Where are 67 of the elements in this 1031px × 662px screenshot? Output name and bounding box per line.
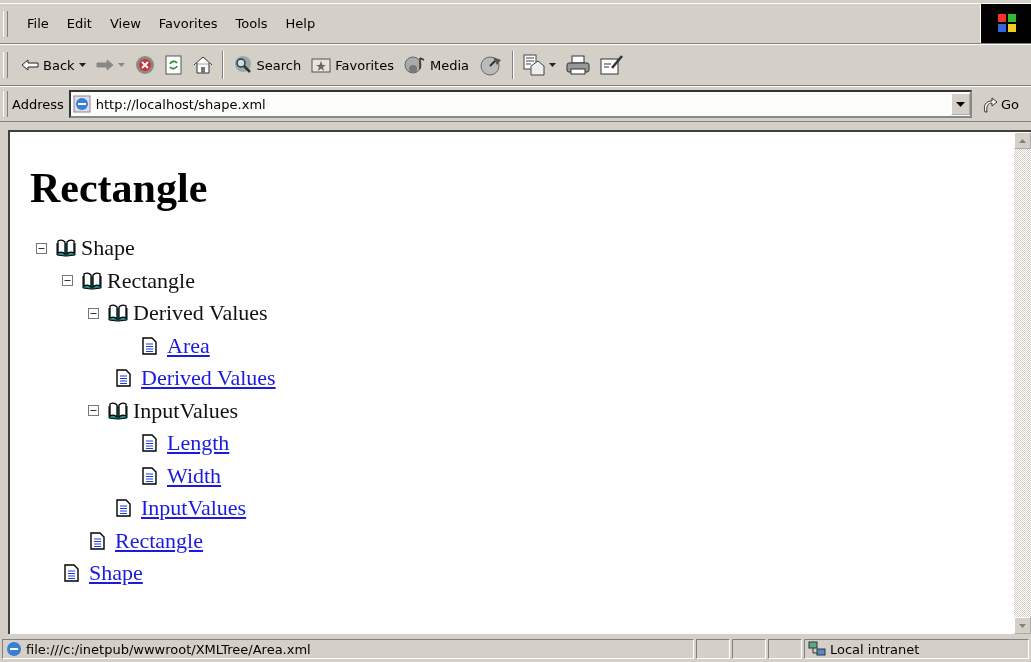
tree-label[interactable]: InputValues <box>133 397 239 424</box>
open-book-icon <box>55 238 77 259</box>
menu-item[interactable]: Edit <box>57 16 101 31</box>
edit-page-icon <box>600 54 624 76</box>
refresh-icon <box>164 55 183 75</box>
clock-icon <box>479 54 503 76</box>
go-button[interactable]: Go <box>971 95 1031 113</box>
search-icon <box>232 55 253 75</box>
collapse-toggle-icon[interactable] <box>62 275 73 287</box>
document-icon <box>64 564 79 583</box>
mail-icon <box>523 54 545 76</box>
tree-link[interactable]: Derived Values <box>141 365 276 392</box>
tree-link[interactable]: Rectangle <box>115 527 203 554</box>
dropdown-button[interactable] <box>950 93 970 115</box>
page-heading: Rectangle <box>30 164 209 212</box>
menu-item[interactable]: Favorites <box>149 16 227 31</box>
zone-indicator: Local intranet <box>804 639 1029 659</box>
dropdown-caret-icon <box>955 101 965 107</box>
status-text: file:///c:/inetpub/wwwroot/XMLTree/Area.xml <box>2 639 694 659</box>
printer-icon <box>566 55 590 75</box>
up-arrow-icon <box>1019 138 1026 143</box>
collapse-toggle-icon[interactable] <box>88 405 99 417</box>
address-label: Address <box>12 96 64 112</box>
scroll-up-button[interactable] <box>1014 132 1031 149</box>
document-icon <box>90 531 105 550</box>
scroll-down-button[interactable] <box>1014 617 1031 634</box>
scrollbar[interactable] <box>1014 132 1031 634</box>
document-icon <box>116 499 131 518</box>
menu-item[interactable]: Help <box>276 16 325 31</box>
toolbar-button[interactable]: Back <box>16 50 91 80</box>
tree-link[interactable]: InputValues <box>141 495 247 522</box>
forward-arrow-icon <box>95 59 114 71</box>
tree-link[interactable]: Width <box>167 462 222 489</box>
tree-link[interactable]: Area <box>167 332 210 359</box>
collapse-toggle-icon[interactable] <box>36 242 47 254</box>
open-book-icon <box>81 270 103 291</box>
menu-item[interactable]: View <box>100 16 150 31</box>
tree-label[interactable]: Shape <box>81 235 135 262</box>
tree-link[interactable]: Shape <box>89 560 143 587</box>
network-icon <box>808 641 826 657</box>
status-pane <box>696 639 730 659</box>
page-e-icon <box>72 95 91 113</box>
page-e-icon <box>6 641 22 657</box>
menu-item[interactable]: Tools <box>226 16 277 31</box>
status-pane <box>732 639 766 659</box>
tree-label[interactable]: Rectangle <box>107 267 195 294</box>
toolbar-button[interactable]: Search <box>227 50 307 80</box>
tree-label[interactable]: Derived Values <box>133 300 268 327</box>
back-arrow-icon <box>21 59 39 71</box>
address-field[interactable]: http://localhost/shape.xml <box>68 90 972 118</box>
collapse-toggle-icon[interactable] <box>88 307 99 319</box>
toolbar-button[interactable]: Media <box>398 50 474 80</box>
tree-link[interactable]: Length <box>167 430 230 457</box>
document-icon <box>142 336 157 355</box>
open-book-icon <box>107 400 129 421</box>
document-icon <box>116 369 131 388</box>
stop-icon <box>134 55 155 75</box>
status-pane <box>768 639 802 659</box>
toolbar-button[interactable]: Favorites <box>306 50 399 80</box>
open-book-icon <box>107 303 129 324</box>
menu-item[interactable]: File <box>18 16 58 31</box>
home-icon <box>192 56 213 74</box>
curved-arrow-icon <box>981 95 998 113</box>
globe-note-icon <box>403 54 426 76</box>
document-icon <box>142 434 157 453</box>
document-icon <box>142 466 157 485</box>
down-arrow-icon <box>1019 623 1026 628</box>
